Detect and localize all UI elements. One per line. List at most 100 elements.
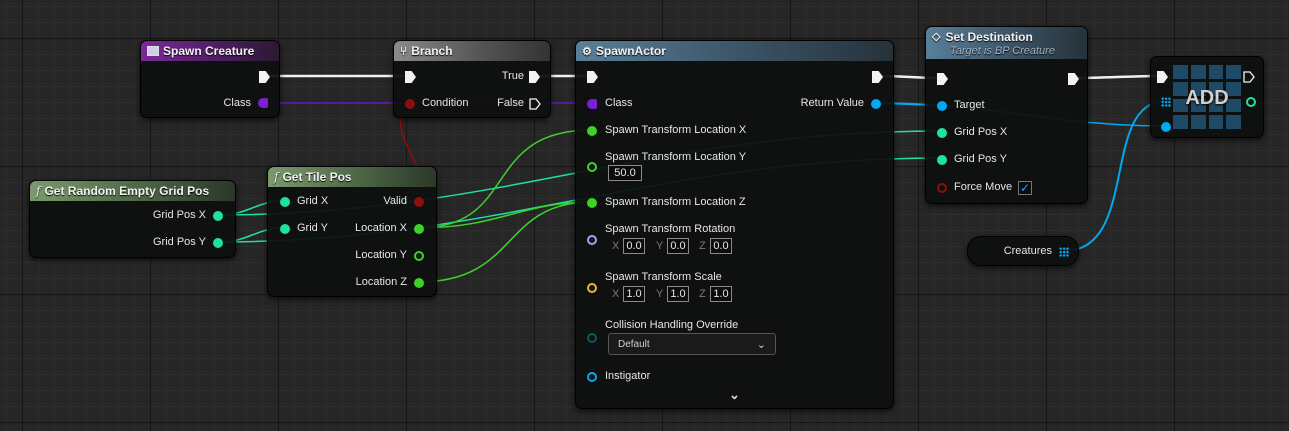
get-random-empty-grid-pos-header[interactable]: f Get Random Empty Grid Pos: [30, 181, 235, 201]
tile-locy-pin[interactable]: [414, 251, 424, 261]
branch-exec-true[interactable]: [529, 71, 540, 83]
tile-locx-label: Location X: [355, 222, 407, 234]
diamond-icon: ◇: [932, 31, 941, 43]
tile-locz-label: Location Z: [355, 276, 407, 288]
tile-valid-pin[interactable]: [414, 197, 424, 207]
tile-locy-label: Location Y: [355, 249, 407, 261]
spawn-creature-node[interactable]: Spawn Creature Class: [140, 40, 280, 118]
branch-title: Branch: [411, 44, 453, 58]
spawn-actor-locz-label: Spawn Transform Location Z: [605, 196, 746, 208]
set-destination-gridy-pin[interactable]: [937, 155, 947, 165]
set-destination-forcemove-pin[interactable]: [937, 183, 947, 193]
spawn-actor-class-label: Class: [605, 97, 633, 109]
spawn-actor-class-pin[interactable]: [587, 99, 597, 109]
spawn-actor-locz-pin[interactable]: [587, 198, 597, 208]
get-tile-pos-header[interactable]: f Get Tile Pos: [268, 167, 436, 187]
event-icon: [147, 46, 159, 56]
set-destination-header[interactable]: ◇ Set Destination Target is BP Creature: [926, 27, 1087, 59]
spawn-actor-locx-pin[interactable]: [587, 126, 597, 136]
spawn-actor-node[interactable]: ⚙ SpawnActor Class Return Value Spawn Tr…: [575, 40, 894, 409]
scale-z-axis: Z: [699, 288, 706, 300]
set-destination-target-label: Target: [954, 99, 985, 111]
spawn-actor-instigator-pin[interactable]: [587, 372, 597, 382]
float-wire-locz: [417, 201, 593, 283]
get-random-empty-grid-pos-node[interactable]: f Get Random Empty Grid Pos Grid Pos X G…: [29, 180, 236, 258]
grp-gridy-label: Grid Pos Y: [153, 236, 206, 248]
function-icon: f: [36, 184, 41, 198]
add-index-pin[interactable]: [1246, 97, 1256, 107]
spawn-actor-rotation-pin[interactable]: [587, 235, 597, 245]
branch-true-label: True: [501, 70, 524, 82]
set-destination-gridx-label: Grid Pos X: [954, 126, 1008, 138]
spawn-actor-exec-out[interactable]: [872, 71, 883, 83]
add-title: ADD: [1185, 87, 1229, 109]
branch-icon: ⑂: [400, 44, 408, 58]
spawn-actor-scale-label: Spawn Transform Scale: [605, 271, 722, 283]
branch-condition-label: Condition: [422, 97, 469, 109]
set-destination-subtitle: Target is BP Creature: [950, 44, 1055, 57]
rotation-z-axis: Z: [699, 240, 706, 252]
add-node[interactable]: ADD: [1150, 56, 1264, 138]
branch-node[interactable]: ⑂ Branch True Condition False: [393, 40, 551, 118]
scale-z-input[interactable]: 1.0: [710, 286, 732, 302]
set-destination-node[interactable]: ◇ Set Destination Target is BP Creature …: [925, 26, 1088, 204]
set-destination-forcemove-label: Force Move: [954, 181, 1013, 193]
tile-valid-label: Valid: [383, 195, 407, 207]
spawn-actor-collision-label: Collision Handling Override: [605, 319, 739, 331]
chevron-down-icon: ⌄: [756, 338, 766, 351]
spawn-creature-exec-out[interactable]: [259, 71, 270, 83]
set-destination-target-pin[interactable]: [937, 101, 947, 111]
set-destination-title: Set Destination: [945, 29, 1033, 44]
grp-gridx-pin[interactable]: [213, 211, 223, 221]
rotation-x-input[interactable]: 0.0: [623, 238, 645, 254]
spawn-actor-collision-pin[interactable]: [587, 333, 597, 343]
rotation-z-input[interactable]: 0.0: [710, 238, 732, 254]
scale-y-axis: Y: [656, 288, 664, 300]
add-item-pin[interactable]: [1161, 122, 1171, 132]
tile-gridy-pin[interactable]: [280, 224, 290, 234]
scale-x-input[interactable]: 1.0: [623, 286, 645, 302]
get-tile-pos-title: Get Tile Pos: [282, 170, 352, 184]
function-icon: f: [274, 170, 279, 184]
set-destination-gridy-label: Grid Pos Y: [954, 153, 1007, 165]
tile-locz-pin[interactable]: [414, 278, 424, 288]
set-destination-exec-out[interactable]: [1068, 73, 1079, 85]
set-destination-exec-in[interactable]: [937, 73, 948, 85]
get-tile-pos-node[interactable]: f Get Tile Pos Grid X Grid Y Valid Locat…: [267, 166, 437, 297]
array-icon[interactable]: [1161, 97, 1171, 107]
spawn-actor-locy-label: Spawn Transform Location Y: [605, 151, 747, 163]
spawn-actor-instigator-label: Instigator: [605, 370, 651, 382]
set-destination-gridx-pin[interactable]: [937, 128, 947, 138]
branch-exec-in[interactable]: [405, 71, 416, 83]
expand-chevron-icon[interactable]: ⌄: [729, 387, 740, 403]
force-move-checkbox[interactable]: ✓: [1018, 181, 1032, 195]
spawn-actor-rotation-label: Spawn Transform Rotation: [605, 223, 736, 235]
tile-gridx-label: Grid X: [297, 195, 329, 207]
spawn-actor-locy-input[interactable]: 50.0: [608, 165, 642, 181]
add-exec-in[interactable]: [1157, 71, 1168, 83]
tile-locx-pin[interactable]: [414, 224, 424, 234]
array-icon[interactable]: [1059, 247, 1069, 257]
get-random-empty-grid-pos-title: Get Random Empty Grid Pos: [44, 184, 210, 198]
spawn-actor-header[interactable]: ⚙ SpawnActor: [576, 41, 893, 61]
collision-dropdown[interactable]: Default ⌄: [608, 333, 776, 355]
branch-header[interactable]: ⑂ Branch: [394, 41, 550, 61]
rotation-x-axis: X: [612, 240, 620, 252]
spawn-actor-return-pin[interactable]: [871, 99, 881, 109]
spawn-creature-title: Spawn Creature: [163, 44, 255, 58]
spawn-actor-locy-pin[interactable]: [587, 162, 597, 172]
rotation-y-axis: Y: [656, 240, 664, 252]
rotation-y-input[interactable]: 0.0: [667, 238, 689, 254]
branch-false-label: False: [497, 97, 524, 109]
spawn-actor-scale-pin[interactable]: [587, 283, 597, 293]
spawn-creature-header[interactable]: Spawn Creature: [141, 41, 279, 61]
branch-exec-false[interactable]: [529, 98, 541, 110]
scale-y-input[interactable]: 1.0: [667, 286, 689, 302]
tile-gridx-pin[interactable]: [280, 197, 290, 207]
spawn-creature-class-pin[interactable]: [258, 98, 268, 108]
branch-condition-pin[interactable]: [405, 99, 415, 109]
spawn-actor-exec-in[interactable]: [587, 71, 598, 83]
creatures-variable-node[interactable]: Creatures: [967, 236, 1079, 266]
add-exec-out[interactable]: [1243, 71, 1255, 83]
grp-gridy-pin[interactable]: [213, 238, 223, 248]
